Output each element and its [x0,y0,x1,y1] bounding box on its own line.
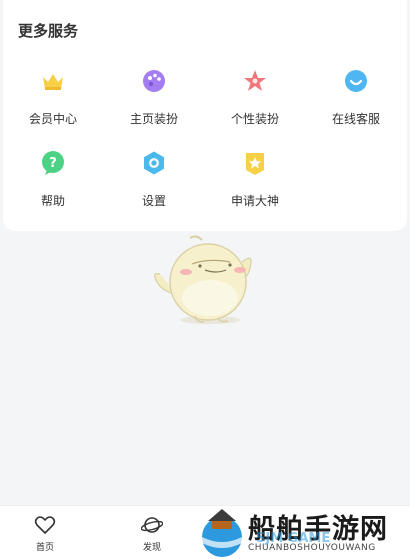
service-personal-decoration[interactable]: 个性装扮 [205,68,305,127]
badge-star-icon [246,153,264,175]
heart-icon [34,516,56,534]
watermark-logo [202,509,242,557]
planet-icon [141,517,163,533]
svg-text:?: ? [49,156,57,171]
mascot-illustration [154,235,252,324]
help-icon: ? [42,151,64,175]
service-settings[interactable]: 设置 [104,150,204,209]
service-homepage-decoration[interactable]: 主页装扮 [104,68,204,127]
crown-icon [43,74,63,90]
star-icon [244,70,266,91]
palette-icon [143,70,165,92]
nav-home[interactable]: 首页 [15,514,75,553]
service-apply-master[interactable]: 申请大神 [205,150,305,209]
more-services-title: 更多服务 [18,22,79,40]
nav-discover[interactable]: 发现 [122,514,182,553]
watermark-logo-text: SJM GAME [256,531,331,546]
watermark: 船舶手游网 CHUANBOSHOUYOUWANG SJM GAME [196,503,410,559]
more-services-card: 更多服务 会员中心 主页装扮 个性装扮 在线客服 ? 帮助 设置 申请大神 [3,0,407,231]
settings-icon [144,151,164,175]
service-member-center[interactable]: 会员中心 [3,68,103,127]
smile-chat-icon [345,70,367,92]
service-help[interactable]: ? 帮助 [3,150,103,209]
service-online-support[interactable]: 在线客服 [306,68,406,127]
